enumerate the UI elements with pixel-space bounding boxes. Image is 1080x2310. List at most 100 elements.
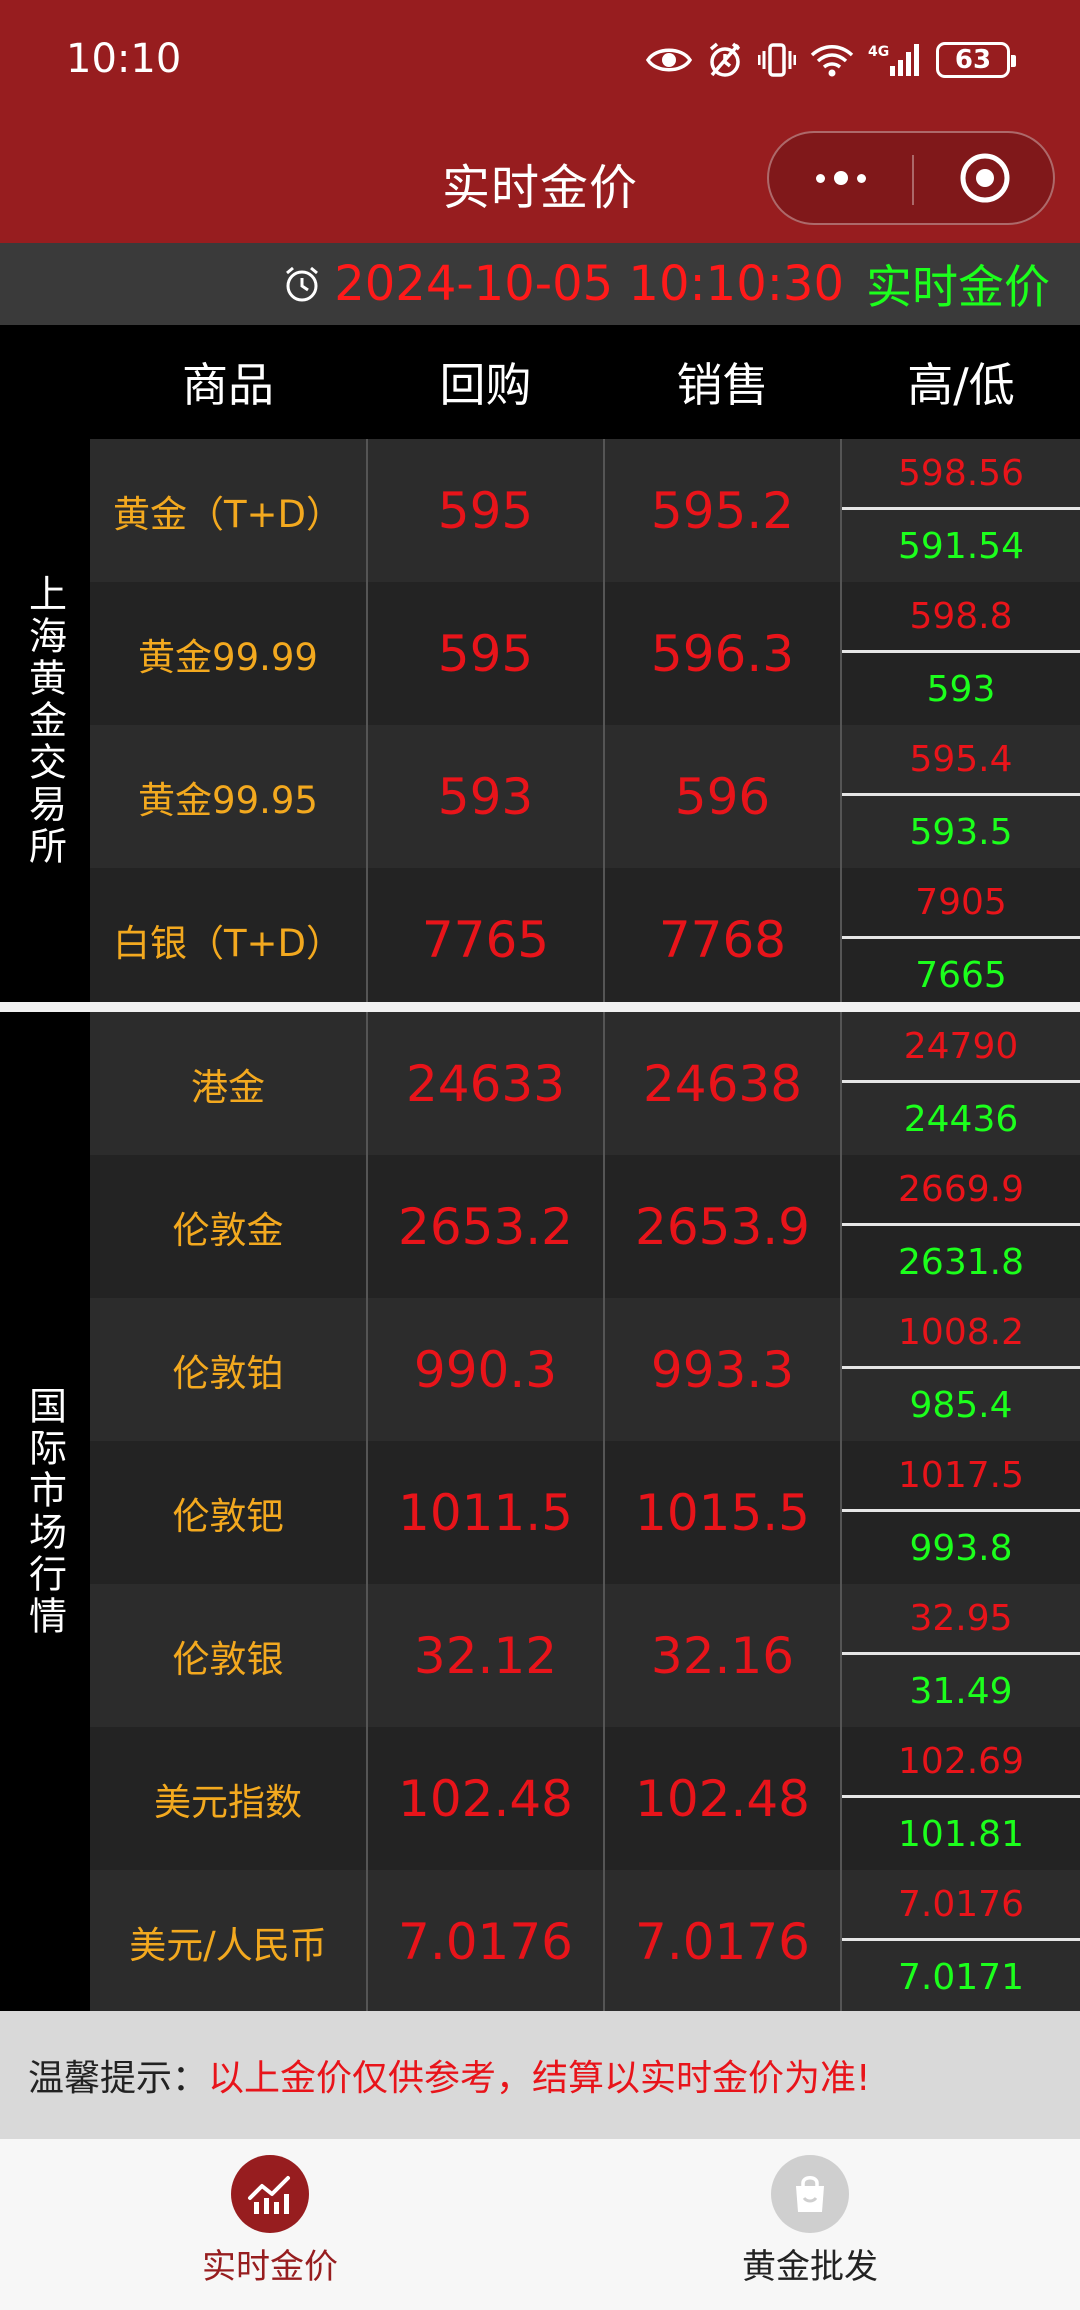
high-price: 595.4: [909, 738, 1013, 780]
high-low: 1017.5 993.8: [842, 1441, 1080, 1584]
high-price: 102.69: [898, 1740, 1024, 1782]
tab-gold-wholesale[interactable]: 黄金批发: [660, 2155, 960, 2295]
product-name: 黄金99.95: [138, 778, 318, 822]
low-price: 2631.8: [898, 1241, 1024, 1283]
notice-message: 以上金价仅供参考，结算以实时金价为准!: [208, 2058, 871, 2099]
notice-label: 温馨提示：: [28, 2058, 209, 2099]
low-price: 7.0171: [898, 1956, 1024, 1998]
low-price: 593: [926, 668, 996, 710]
section-label: 国际市场行情: [0, 1012, 90, 2011]
high-low: 7.0176 7.0171: [842, 1870, 1080, 2013]
sell-price: 596: [674, 767, 771, 826]
buyback-price: 1011.5: [398, 1483, 573, 1542]
chart-icon: [248, 2176, 290, 2214]
update-time-bar: 2024-10-05 10:10:30 实时金价: [0, 243, 1080, 325]
low-price: 993.8: [909, 1527, 1013, 1569]
high-low: 24790 24436: [842, 1012, 1080, 1155]
more-dots-icon: [815, 173, 825, 183]
sell-price: 1015.5: [635, 1483, 810, 1542]
high-price: 24790: [903, 1025, 1019, 1067]
sell-price: 24638: [642, 1054, 803, 1113]
4g-signal-icon: 4G: [868, 44, 919, 76]
high-low: 598.8 593: [842, 582, 1080, 725]
table-row[interactable]: 黄金（T+D） 595 595.2 598.56 591.54: [90, 439, 1080, 582]
table-row[interactable]: 白银（T+D） 7765 7768 7905 7665: [90, 868, 1080, 1011]
target-close-icon: [960, 153, 1009, 203]
high-low: 102.69 101.81: [842, 1727, 1080, 1870]
high-low: 1008.2 985.4: [842, 1298, 1080, 1441]
section-shanghai: 上海黄金交易所 黄金（T+D） 595 595.2 598.56 591.54 …: [0, 439, 1080, 1011]
low-price: 24436: [903, 1098, 1019, 1140]
high-price: 1008.2: [898, 1311, 1024, 1353]
low-price: 101.81: [898, 1813, 1024, 1855]
shopping-bag-icon: [796, 2176, 824, 2212]
col-header-sell: 销售: [676, 358, 769, 412]
high-low: 2669.9 2631.8: [842, 1155, 1080, 1298]
low-price: 591.54: [898, 525, 1024, 567]
table-row[interactable]: 伦敦铂 990.3 993.3 1008.2 985.4: [90, 1298, 1080, 1441]
table-row[interactable]: 黄金99.99 595 596.3 598.8 593: [90, 582, 1080, 725]
table-row[interactable]: 伦敦金 2653.2 2653.9 2669.9 2631.8: [90, 1155, 1080, 1298]
section-international: 国际市场行情 港金 24633 24638 24790 24436 伦敦金 26…: [0, 1012, 1080, 2013]
high-price: 7.0176: [898, 1883, 1024, 1925]
product-name: 黄金99.99: [138, 635, 318, 679]
buyback-price: 2653.2: [398, 1197, 573, 1256]
vibrate-icon: [758, 43, 796, 77]
status-time: 10:10: [66, 36, 182, 82]
col-header-product: 商品: [182, 358, 274, 412]
alarm-icon: [709, 42, 741, 77]
buyback-price: 24633: [405, 1054, 566, 1113]
status-icons: 4G 63: [646, 38, 1016, 82]
low-price: 31.49: [909, 1670, 1013, 1712]
buyback-price: 593: [437, 767, 534, 826]
tab-label: 实时金价: [202, 2247, 338, 2287]
high-price: 1017.5: [898, 1454, 1024, 1496]
battery-icon: 63: [936, 42, 1016, 78]
sell-price: 7768: [658, 910, 787, 969]
sell-price: 32.16: [650, 1626, 795, 1685]
header: 10:10 4G 63 实时金价: [0, 0, 1080, 243]
sell-price: 7.0176: [635, 1912, 810, 1971]
low-price: 985.4: [909, 1384, 1013, 1426]
product-name: 伦敦金: [172, 1208, 284, 1252]
table-row[interactable]: 伦敦银 32.12 32.16 32.95 31.49: [90, 1584, 1080, 1727]
tab-realtime-price[interactable]: 实时金价: [120, 2155, 420, 2295]
high-low: 595.4 593.5: [842, 725, 1080, 868]
section-divider: [0, 1002, 1080, 1012]
more-button[interactable]: [769, 133, 912, 223]
table-row[interactable]: 美元指数 102.48 102.48 102.69 101.81: [90, 1727, 1080, 1870]
table-row[interactable]: 黄金99.95 593 596 595.4 593.5: [90, 725, 1080, 868]
product-name: 港金: [191, 1065, 265, 1109]
wifi-icon: [810, 45, 854, 77]
section-label: 上海黄金交易所: [0, 439, 90, 1002]
eye-icon: [646, 48, 692, 72]
buyback-price: 7.0176: [398, 1912, 573, 1971]
buyback-price: 32.12: [413, 1626, 558, 1685]
sell-price: 2653.9: [635, 1197, 810, 1256]
product-name: 伦敦银: [172, 1637, 284, 1681]
update-datetime: 2024-10-05 10:10:30: [334, 256, 844, 312]
buyback-price: 990.3: [413, 1340, 558, 1399]
high-price: 7905: [915, 881, 1007, 923]
svg-text:4G: 4G: [868, 44, 889, 60]
high-price: 598.8: [909, 595, 1013, 637]
low-price: 593.5: [909, 811, 1013, 853]
table-row[interactable]: 伦敦钯 1011.5 1015.5 1017.5 993.8: [90, 1441, 1080, 1584]
table-header: 商品 回购 销售 高/低: [0, 325, 1080, 439]
sell-price: 102.48: [635, 1769, 810, 1828]
buyback-price: 102.48: [398, 1769, 573, 1828]
table-row[interactable]: 美元/人民币 7.0176 7.0176 7.0176 7.0171: [90, 1870, 1080, 2013]
close-button[interactable]: [914, 133, 1055, 223]
mini-program-capsule: [767, 131, 1055, 225]
table-row[interactable]: 港金 24633 24638 24790 24436: [90, 1012, 1080, 1155]
col-header-buyback: 回购: [439, 358, 532, 412]
product-name: 白银（T+D）: [112, 921, 344, 965]
sell-price: 596.3: [650, 624, 795, 683]
high-low: 32.95 31.49: [842, 1584, 1080, 1727]
high-low: 598.56 591.54: [842, 439, 1080, 582]
product-name: 伦敦钯: [172, 1494, 284, 1538]
buyback-price: 595: [437, 481, 534, 540]
product-name: 黄金（T+D）: [112, 492, 344, 536]
high-price: 2669.9: [898, 1168, 1024, 1210]
sell-price: 595.2: [650, 481, 795, 540]
